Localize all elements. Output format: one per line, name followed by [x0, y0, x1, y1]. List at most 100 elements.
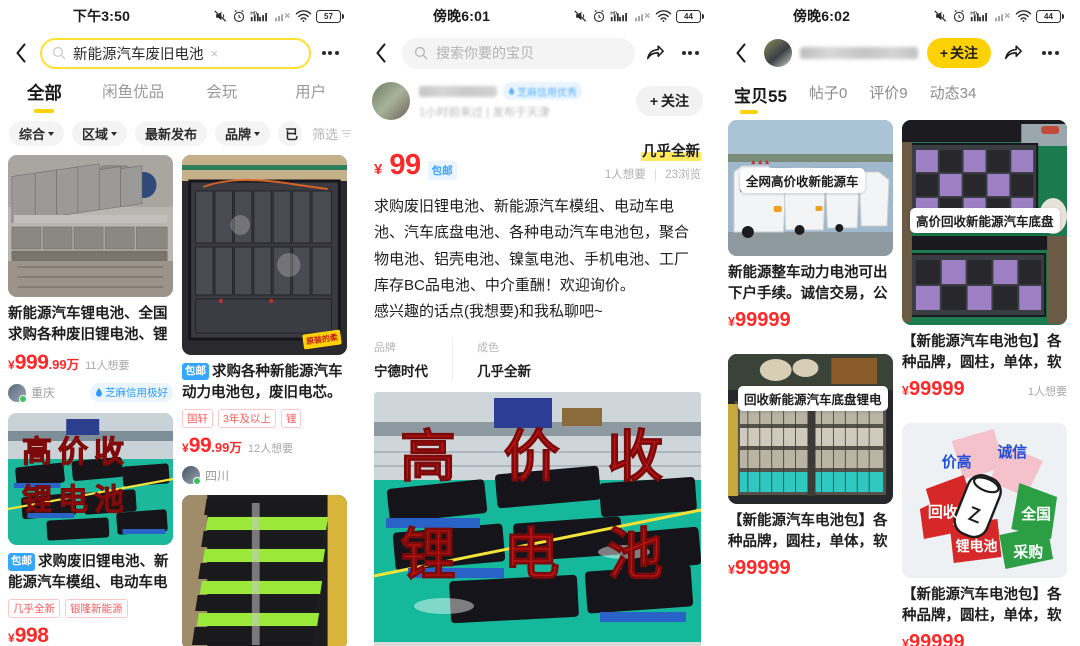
- attribute-value: 几乎全新: [477, 364, 531, 380]
- tab-label: 动态: [929, 85, 960, 102]
- tab-label: 闲鱼优品: [102, 84, 165, 101]
- tab-all[interactable]: 全部: [0, 80, 89, 114]
- card-seller-row[interactable]: 四川: [182, 466, 347, 486]
- filter-more[interactable]: 筛选: [310, 121, 354, 146]
- dot: [328, 51, 332, 55]
- price-unit: 万: [229, 441, 242, 456]
- share-icon[interactable]: [641, 39, 669, 67]
- shop-name-blurred: [800, 47, 918, 59]
- tab-posts[interactable]: 帖子0: [809, 82, 847, 112]
- tab-label: 用户: [295, 84, 327, 101]
- tab-play[interactable]: 会玩: [178, 80, 267, 111]
- more-options-icon[interactable]: [315, 51, 345, 55]
- feed-column-left: 新能源汽车锂电池、全国求购各种废旧锂电池、锂 ¥ 999 .99 万 11人想要…: [8, 155, 173, 646]
- image-watermark: 锂电池: [22, 484, 130, 518]
- filter-label: 已: [285, 127, 299, 142]
- card-image[interactable]: 高价回收新能源汽车底盘: [902, 120, 1067, 325]
- filter-used-partial[interactable]: 已: [278, 121, 303, 146]
- card-image[interactable]: [182, 495, 347, 646]
- result-card[interactable]: 原装的柔 包邮 求购各种新能源汽车动力电池包，废旧电芯。 国轩 3年及以上 锂 ¥…: [182, 155, 347, 486]
- more-options-icon[interactable]: [1035, 51, 1065, 55]
- panel-shop-profile: 傍晚6:02 HD 44 + 关注 宝贝55 帖子0 评价9 动态34 ▲▲▲ …: [720, 0, 1075, 646]
- status-time: 下午3:50: [72, 8, 131, 24]
- seller-subline: 1小时前来过 | 发布于天津: [419, 107, 550, 119]
- card-image[interactable]: 原装的柔: [182, 155, 347, 355]
- tab-activity[interactable]: 动态34: [930, 82, 977, 112]
- filter-region[interactable]: 区域: [72, 121, 128, 146]
- result-card[interactable]: 新能源汽车锂电池、全国求购各种废旧锂电池、锂 ¥ 999 .99 万 11人想要…: [8, 155, 173, 403]
- mute-icon: [574, 10, 587, 22]
- share-icon[interactable]: [999, 39, 1027, 67]
- price-amount: 99999: [908, 378, 965, 401]
- shop-item-card[interactable]: 高价回收新能源汽车底盘 【新能源汽车电池包】各种品牌，圆柱，单体，软 ¥ 999…: [902, 120, 1067, 402]
- chevron-down-icon: [48, 131, 55, 136]
- tab-items[interactable]: 宝贝55: [734, 82, 787, 116]
- card-price-row: ¥ 998: [8, 624, 173, 646]
- battery-stack-photo: [8, 155, 173, 297]
- seller-header[interactable]: 芝麻信用优秀 1小时前来过 | 发布于天津 + 关注: [360, 74, 715, 126]
- card-image[interactable]: 高价收 锂电池: [8, 413, 173, 546]
- item-attributes: 品牌 宁德时代 成色 几乎全新: [360, 325, 715, 392]
- wifi-icon: [655, 10, 672, 23]
- status-bar: 下午3:50 HD 57: [0, 0, 355, 32]
- avatar[interactable]: [372, 82, 410, 120]
- follow-button[interactable]: + 关注: [926, 38, 991, 68]
- image-watermark: 高 价 收: [399, 425, 680, 489]
- want-count: 12人想要: [247, 443, 294, 456]
- water-drop-icon: [96, 388, 102, 397]
- back-icon[interactable]: [366, 38, 396, 68]
- detail-photo[interactable]: 高 价 收 锂 电 池: [374, 392, 701, 646]
- filter-label: 品牌: [225, 127, 252, 142]
- card-image[interactable]: [8, 155, 173, 297]
- price-amount: 99: [389, 149, 421, 181]
- filter-brand[interactable]: 品牌: [215, 121, 271, 146]
- tab-reviews[interactable]: 评价9: [869, 82, 907, 112]
- attribute-key: 品牌: [374, 342, 396, 355]
- card-image[interactable]: ▲▲▲ 全网高价收新能源车: [728, 120, 893, 256]
- recycle-logo-graphic: 价高 诚信 回收 全国 锂电池 采购: [902, 423, 1067, 579]
- search-input[interactable]: 新能源汽车废旧电池 ×: [40, 37, 311, 69]
- price-integer: 999: [14, 351, 49, 375]
- currency-symbol: ¥: [902, 637, 909, 646]
- follow-label: 关注: [950, 45, 978, 61]
- follow-button[interactable]: + 关注: [635, 86, 703, 116]
- alarm-icon: [593, 9, 605, 22]
- water-drop-icon: [508, 87, 515, 95]
- card-seller-row[interactable]: 重庆 芝麻信用极好: [8, 383, 173, 403]
- panel-search-results: 下午3:50 HD 57 新能源汽车废旧电池 × 全部 闲鱼优品 会玩 用户 综…: [0, 0, 355, 646]
- tab-premium[interactable]: 闲鱼优品: [89, 80, 178, 111]
- currency-symbol: ¥: [374, 161, 383, 178]
- back-icon[interactable]: [6, 38, 36, 68]
- back-icon[interactable]: [726, 38, 756, 68]
- svg-text:价高: 价高: [942, 453, 972, 471]
- shop-item-card[interactable]: ▲▲▲ 全网高价收新能源车 新能源整车动力电池可出下户手续。诚信交易，公 ¥ 9…: [728, 120, 893, 333]
- three-phone-screenshots: 下午3:50 HD 57 新能源汽车废旧电池 × 全部 闲鱼优品 会玩 用户 综…: [0, 0, 1080, 646]
- dot: [688, 51, 692, 55]
- currency-symbol: ¥: [182, 441, 189, 456]
- avatar[interactable]: [764, 39, 792, 67]
- image-overlay-label: 高价回收新能源汽车底盘: [910, 208, 1060, 233]
- card-title: 包邮 求购各种新能源汽车动力电池包，废旧电芯。: [182, 362, 347, 403]
- result-card[interactable]: 高价收 锂电池 包邮 求购废旧锂电池、新能源汽车模组、电动车电 几乎全新 银隆新能…: [8, 413, 173, 646]
- shop-item-card[interactable]: 价高 诚信 回收 全国 锂电池 采购 【新能源汽车电池包】各种品牌，圆柱，单体，…: [902, 423, 1067, 646]
- shop-items-feed: ▲▲▲ 全网高价收新能源车 新能源整车动力电池可出下户手续。诚信交易，公 ¥ 9…: [720, 116, 1075, 646]
- tab-users[interactable]: 用户: [266, 80, 355, 111]
- card-image[interactable]: 回收新能源汽车底盘锂电: [728, 354, 893, 505]
- seller-info: 芝麻信用优秀 1小时前来过 | 发布于天津: [419, 82, 627, 120]
- filter-label: 筛选: [312, 127, 339, 142]
- free-shipping-badge: 包邮: [182, 362, 209, 381]
- currency-symbol: ¥: [728, 563, 735, 578]
- card-image[interactable]: 价高 诚信 回收 全国 锂电池 采购: [902, 423, 1067, 579]
- more-options-icon[interactable]: [675, 51, 705, 55]
- filter-newest[interactable]: 最新发布: [135, 121, 208, 146]
- search-input[interactable]: 搜索你要的宝贝: [402, 37, 635, 69]
- chevron-down-icon: [254, 131, 261, 136]
- filter-comprehensive[interactable]: 综合: [9, 121, 65, 146]
- shop-item-card[interactable]: 回收新能源汽车底盘锂电 【新能源汽车电池包】各种品牌，圆柱，单体，软 ¥ 999…: [728, 354, 893, 581]
- filter-label: 综合: [19, 127, 46, 142]
- image-watermark: 锂 电 池: [399, 523, 680, 587]
- want-count: 1人想要: [1027, 386, 1067, 399]
- result-card[interactable]: [182, 495, 347, 646]
- clear-search-icon[interactable]: ×: [211, 47, 219, 60]
- seller-name-line: 芝麻信用优秀: [419, 82, 627, 100]
